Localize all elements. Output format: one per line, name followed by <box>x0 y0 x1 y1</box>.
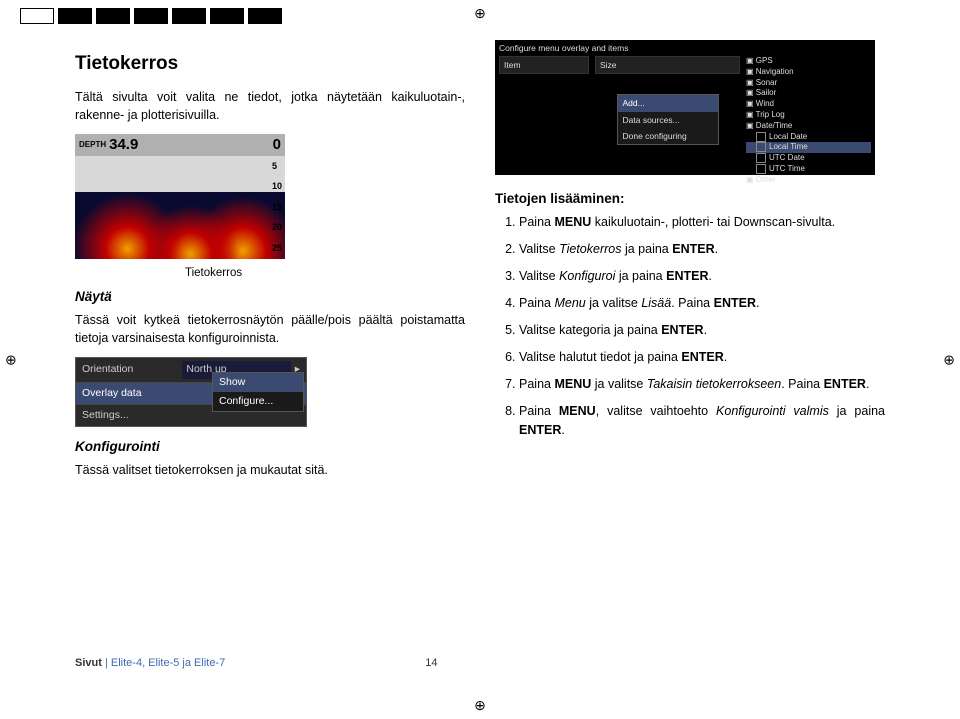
registration-mark-right: ⊕ <box>943 351 955 368</box>
page-footer: Sivut | Elite-4, Elite-5 ja Elite-7 14 <box>75 657 437 669</box>
subhead-nayta: Näytä <box>75 287 465 307</box>
intro-paragraph: Tältä sivulta voit valita ne tiedot, jot… <box>75 88 465 124</box>
step-3: Valitse Konfiguroi ja paina ENTER. <box>519 267 885 285</box>
nayta-paragraph: Tässä voit kytkeä tietokerrosnäytön pääl… <box>75 311 465 347</box>
page-number: 14 <box>425 657 437 669</box>
add-data-heading: Tietojen lisääminen: <box>495 189 885 209</box>
depth-label: DEPTH <box>79 139 106 151</box>
step-2: Valitse Tietokerros ja paina ENTER. <box>519 240 885 258</box>
sonar-scale: 5 10 15 20 25 <box>272 160 282 255</box>
print-color-bar <box>20 8 282 24</box>
sonar-screenshot: DEPTH 34.9 0 ◄ 8.6 ft 5 10 15 20 25 <box>75 134 285 259</box>
step-1: Paina MENU kaikuluotain-, plotteri- tai … <box>519 213 885 231</box>
sonar-caption: Tietokerros <box>185 265 465 282</box>
overlay-menu-screenshot: OrientationNorth up▸ Overlay data▸ Show … <box>75 357 307 427</box>
registration-mark-left: ⊕ <box>5 351 17 368</box>
subhead-konfigurointi: Konfigurointi <box>75 437 465 457</box>
step-5: Valitse kategoria ja paina ENTER. <box>519 321 885 339</box>
step-4: Paina Menu ja valitse Lisää. Paina ENTER… <box>519 294 885 312</box>
step-7: Paina MENU ja valitse Takaisin tietokerr… <box>519 375 885 393</box>
depth-value: 34.9 <box>109 134 138 156</box>
konf-paragraph: Tässä valitset tietokerroksen ja mukauta… <box>75 461 465 479</box>
configure-screenshot: Configure menu overlay and items Item Si… <box>495 40 875 175</box>
section-title: Tietokerros <box>75 50 465 78</box>
sonar-zero: 0 <box>273 134 281 156</box>
step-8: Paina MENU, valitse vaihtoehto Konfiguro… <box>519 402 885 438</box>
registration-mark-top: ⊕ <box>474 5 486 22</box>
registration-mark-bottom: ⊕ <box>474 697 486 714</box>
steps-list: Paina MENU kaikuluotain-, plotteri- tai … <box>495 213 885 439</box>
data-tree: ▣ GPS ▣ Navigation ▣ Sonar ▣ Sailor ▣ Wi… <box>746 56 871 171</box>
step-6: Valitse halutut tiedot ja paina ENTER. <box>519 348 885 366</box>
